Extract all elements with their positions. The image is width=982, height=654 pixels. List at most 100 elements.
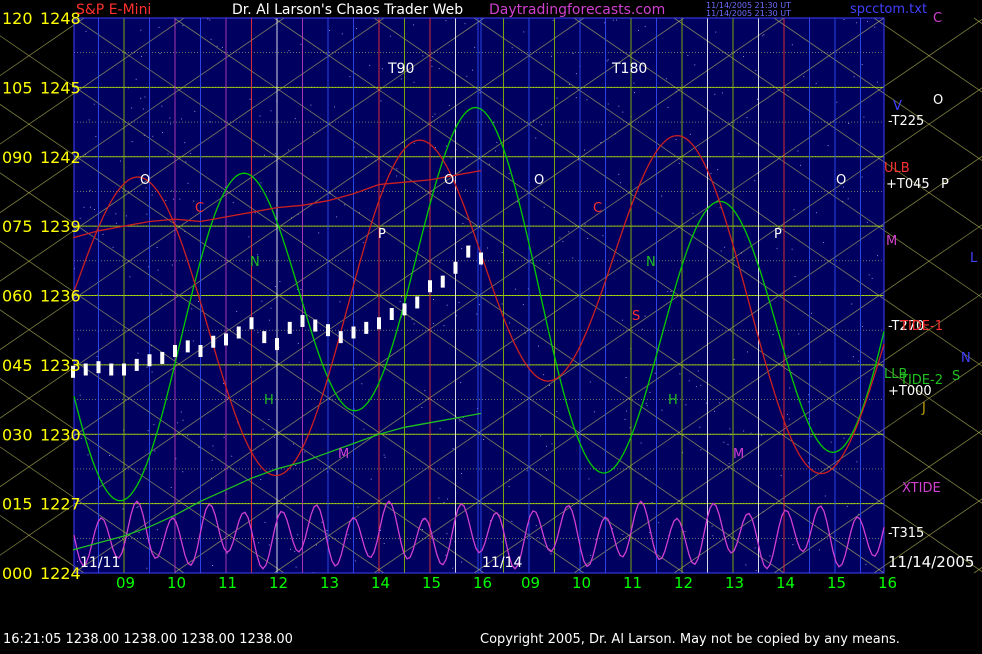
star <box>688 380 690 382</box>
star <box>511 520 513 522</box>
star <box>459 420 461 422</box>
star <box>747 351 748 353</box>
x-tick-label: 13 <box>725 574 744 592</box>
star <box>288 50 290 52</box>
star <box>754 547 756 549</box>
star <box>329 30 331 31</box>
star <box>843 19 845 20</box>
star <box>96 356 98 357</box>
star <box>761 434 763 436</box>
star <box>380 100 382 102</box>
star <box>496 142 498 143</box>
star <box>714 410 715 412</box>
star <box>362 242 364 244</box>
star <box>488 163 490 165</box>
star <box>452 448 454 450</box>
star <box>115 222 117 224</box>
star <box>152 135 154 137</box>
chart-window: 000 1224 015 1227 030 1230 045 1233 060 1236 075 12… <box>0 0 982 650</box>
price-bar <box>198 345 203 357</box>
star <box>551 55 552 57</box>
star <box>562 241 564 242</box>
star <box>274 153 276 155</box>
star <box>646 405 648 407</box>
star <box>607 59 609 61</box>
star <box>144 96 146 98</box>
x-tick-label: 09 <box>521 574 540 592</box>
star <box>156 247 158 248</box>
star <box>262 428 264 430</box>
star <box>268 419 270 420</box>
star <box>260 479 262 480</box>
star <box>146 213 148 215</box>
star <box>728 463 730 465</box>
star <box>776 247 778 249</box>
star <box>745 564 747 566</box>
star <box>184 142 186 144</box>
annotation: P <box>378 227 386 242</box>
annotation: H <box>668 393 678 408</box>
star <box>791 44 793 46</box>
star <box>629 427 631 429</box>
x-tick-label: 12 <box>674 574 693 592</box>
star <box>254 212 256 214</box>
star <box>645 402 647 404</box>
star <box>122 508 124 510</box>
star <box>661 409 663 411</box>
star <box>160 293 162 295</box>
star <box>787 89 789 91</box>
star <box>194 110 196 112</box>
star <box>326 530 328 531</box>
date-label: 11/14/2005 <box>888 553 974 571</box>
star <box>641 328 643 330</box>
star <box>471 329 473 331</box>
star <box>789 387 791 389</box>
star <box>445 554 447 556</box>
star <box>232 202 234 204</box>
star <box>349 76 351 78</box>
y-tick-degree: 015 <box>2 495 33 514</box>
star <box>568 84 570 86</box>
star <box>606 60 608 62</box>
star <box>633 82 635 84</box>
price-bar <box>147 354 152 367</box>
star <box>466 75 468 77</box>
star <box>843 437 845 439</box>
star <box>212 445 214 447</box>
star <box>460 382 462 384</box>
star <box>258 542 260 544</box>
star <box>552 19 554 21</box>
right-label: +T000 <box>888 384 932 399</box>
y-tick-price: 1236 <box>40 287 81 306</box>
star <box>750 432 752 434</box>
right-label: P <box>941 177 949 192</box>
star <box>733 358 735 360</box>
star <box>439 428 441 430</box>
star <box>384 456 386 458</box>
star <box>815 212 817 214</box>
star <box>361 383 363 385</box>
star <box>172 198 174 200</box>
star <box>424 390 426 392</box>
y-axis-labels: 000 1224 015 1227 030 1230 045 1233 060 1236 075 12… <box>2 9 81 583</box>
price-bar <box>173 345 177 357</box>
star <box>847 198 849 200</box>
site-url[interactable]: Daytradingforecasts.com <box>489 2 665 18</box>
star <box>692 212 694 214</box>
star <box>158 26 160 28</box>
star <box>264 521 266 523</box>
star <box>431 65 433 67</box>
star <box>212 565 213 566</box>
star <box>551 443 553 445</box>
star <box>846 505 848 507</box>
star <box>689 133 691 135</box>
y-tick-degree: 000 <box>2 564 33 583</box>
star <box>624 418 626 420</box>
star <box>120 160 121 162</box>
right-side-labels: -T225ULB+T045M-T270TIDE-1LLBTIDE-2+T000J… <box>884 11 978 541</box>
y-tick-price: 1224 <box>40 564 81 583</box>
star <box>170 487 172 488</box>
star <box>170 123 172 125</box>
star <box>465 189 467 191</box>
star <box>865 563 867 565</box>
